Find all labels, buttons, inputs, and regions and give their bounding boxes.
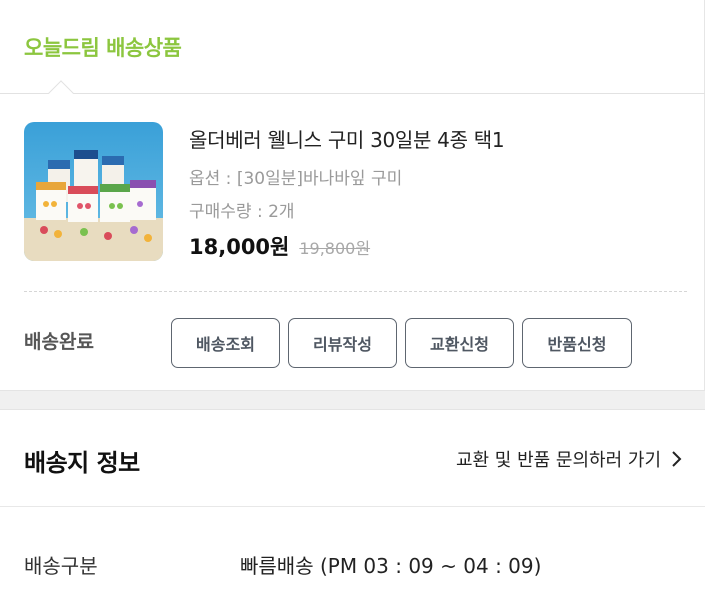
section-title: 오늘드림 배송상품: [24, 36, 182, 60]
section-divider: [0, 93, 705, 94]
action-buttons: 배송조회 리뷰작성 교환신청 반품신청: [171, 318, 632, 368]
speech-notch: [48, 80, 74, 106]
shipping-info-title: 배송지 정보: [24, 449, 140, 477]
sale-price: 18,000원: [189, 235, 290, 259]
original-price: 19,800원: [299, 239, 371, 258]
delivery-type-value: 빠름배송 (PM 03 : 09 ~ 04 : 09): [240, 554, 542, 578]
write-review-button[interactable]: 리뷰작성: [288, 318, 397, 368]
order-product-card: 오늘드림 배송상품 올더베러 웰니스 구미 30일분 4종 택1 옵션: [3…: [0, 0, 705, 390]
shipping-divider: [0, 506, 705, 507]
chevron-right-icon: [672, 451, 682, 467]
product-name[interactable]: 올더베러 웰니스 구미 30일분 4종 택1: [189, 124, 505, 153]
inquiry-link-label: 교환 및 반품 문의하러 가기: [455, 450, 661, 471]
dashed-divider: [24, 291, 687, 292]
price-row: 18,000원 19,800원: [189, 231, 370, 261]
delivery-status: 배송완료: [24, 331, 94, 353]
product-photo-icon: [24, 122, 163, 261]
request-exchange-button[interactable]: 교환신청: [405, 318, 514, 368]
product-quantity: 구매수량 : 2개: [189, 202, 295, 222]
track-delivery-button[interactable]: 배송조회: [171, 318, 280, 368]
request-return-button[interactable]: 반품신청: [522, 318, 632, 368]
product-thumbnail[interactable]: [24, 122, 163, 261]
product-option: 옵션 : [30일분]바나바잎 구미: [189, 169, 403, 189]
delivery-type-label: 배송구분: [24, 554, 98, 578]
section-gap: [0, 390, 705, 410]
exchange-return-inquiry-link[interactable]: 교환 및 반품 문의하러 가기: [456, 446, 683, 472]
